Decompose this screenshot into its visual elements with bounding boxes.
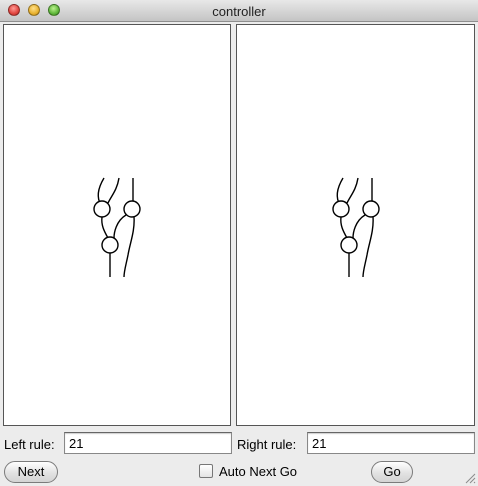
strand-line: [346, 177, 359, 204]
right-rule-label: Right rule:: [237, 437, 297, 452]
title-bar: controller: [0, 0, 478, 22]
strand-line: [362, 216, 374, 278]
strand-line: [340, 216, 348, 239]
auto-next-go-label[interactable]: Auto Next Go: [219, 464, 297, 479]
right-braid-diagram: [332, 177, 380, 278]
strand-line: [123, 216, 135, 278]
resize-grip-icon[interactable]: [465, 473, 476, 484]
auto-next-go-checkbox[interactable]: [199, 464, 213, 478]
left-rule-input[interactable]: [64, 432, 232, 454]
strand-line: [101, 216, 109, 239]
left-braid-diagram: [93, 177, 141, 278]
left-canvas: [3, 24, 231, 426]
go-button[interactable]: Go: [371, 461, 413, 483]
crossing-node: [340, 236, 358, 254]
crossing-node: [123, 200, 141, 218]
right-canvas: [236, 24, 475, 426]
crossing-node: [362, 200, 380, 218]
left-rule-label: Left rule:: [4, 437, 55, 452]
window-title: controller: [212, 4, 266, 19]
next-button[interactable]: Next: [4, 461, 58, 483]
strand-line: [113, 214, 127, 239]
strand-line: [107, 177, 120, 204]
crossing-node: [332, 200, 350, 218]
crossing-node: [101, 236, 119, 254]
crossing-node: [93, 200, 111, 218]
strand-line: [352, 214, 366, 239]
right-rule-input[interactable]: [307, 432, 475, 454]
